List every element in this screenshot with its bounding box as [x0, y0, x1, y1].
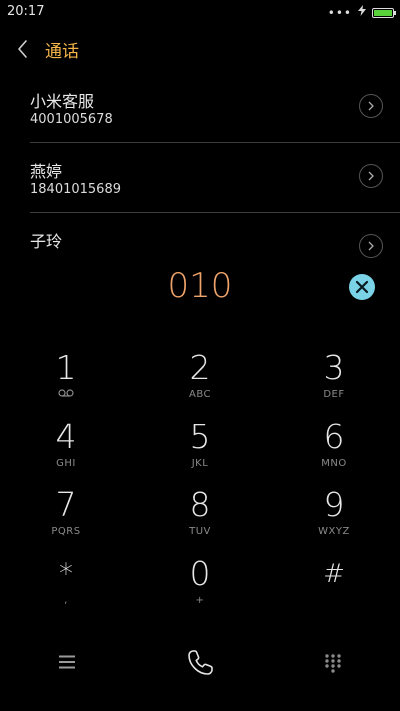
- key-5[interactable]: 5 JKL: [140, 419, 260, 485]
- call-button[interactable]: [170, 640, 230, 686]
- clear-digits-button[interactable]: [349, 274, 375, 300]
- chevron-right-icon: [368, 171, 374, 181]
- divider: [30, 212, 400, 213]
- phone-icon: [188, 650, 213, 675]
- key-digit: 9: [323, 485, 345, 524]
- key-digit: 2: [189, 348, 211, 387]
- key-8[interactable]: 8 TUV: [140, 487, 260, 553]
- battery-icon: [372, 7, 396, 18]
- key-0[interactable]: 0 +: [140, 556, 260, 622]
- chevron-left-icon: [18, 40, 27, 58]
- key-6[interactable]: 6 MNO: [274, 419, 394, 485]
- bottom-action-bar: [0, 640, 400, 686]
- contact-number: 18401015689: [30, 182, 121, 197]
- status-time: 20:17: [7, 4, 45, 19]
- key-letters: WXYZ: [318, 526, 350, 537]
- key-digit: 5: [189, 417, 211, 456]
- key-letters: TUV: [189, 526, 211, 537]
- dialpad-grid-icon: [325, 654, 341, 673]
- key-hash[interactable]: #: [274, 556, 394, 622]
- key-digit: 7: [55, 485, 77, 524]
- key-digit: 3: [323, 348, 345, 387]
- clear-icon: [355, 280, 369, 294]
- contact-name: 子玲: [30, 232, 63, 251]
- key-digit: 4: [55, 417, 77, 456]
- dialpad-toggle-button[interactable]: [303, 640, 363, 686]
- key-9[interactable]: 9 WXYZ: [274, 487, 394, 553]
- key-letters: ABC: [188, 389, 211, 400]
- charging-icon: [358, 5, 366, 20]
- back-button[interactable]: [12, 34, 36, 62]
- contact-row[interactable]: 燕婷 18401015689: [0, 144, 400, 212]
- voicemail-icon: [6, 389, 126, 401]
- page-title: 通话: [45, 42, 79, 62]
- status-bar: 20:17 •••: [0, 0, 400, 24]
- contact-detail-button[interactable]: [359, 94, 383, 118]
- key-digit: 0: [189, 554, 211, 593]
- menu-button[interactable]: [37, 640, 97, 686]
- contact-name: 小米客服: [30, 92, 95, 111]
- key-letters: JKL: [191, 458, 209, 469]
- menu-icon: [59, 655, 75, 669]
- contact-suggestions: 小米客服 4001005678 燕婷 18401015689 子玲: [0, 74, 400, 259]
- chevron-right-icon: [368, 241, 374, 251]
- key-letters: DEF: [323, 389, 345, 400]
- contact-detail-button[interactable]: [359, 234, 383, 258]
- key-star[interactable]: * ,: [6, 556, 126, 622]
- chevron-right-icon: [368, 101, 374, 111]
- key-7[interactable]: 7 PQRS: [6, 487, 126, 553]
- key-letters: MNO: [321, 458, 347, 469]
- key-3[interactable]: 3 DEF: [274, 350, 394, 416]
- key-digit: *: [59, 557, 73, 590]
- key-digit: 6: [323, 417, 345, 456]
- key-4[interactable]: 4 GHI: [6, 419, 126, 485]
- contact-row[interactable]: 小米客服 4001005678: [0, 74, 400, 142]
- key-letters: +: [195, 595, 205, 606]
- key-digit: #: [323, 559, 345, 589]
- typed-number-display: 010: [167, 266, 233, 306]
- signal-dots-icon: •••: [327, 5, 352, 20]
- contact-number: 4001005678: [30, 112, 113, 127]
- contact-name: 燕婷: [30, 162, 63, 181]
- contact-detail-button[interactable]: [359, 164, 383, 188]
- key-letters: PQRS: [51, 526, 81, 537]
- status-icons: •••: [327, 5, 396, 20]
- key-letters: ,: [64, 595, 68, 606]
- divider: [30, 142, 400, 143]
- key-digit: 1: [55, 348, 77, 387]
- contact-row[interactable]: 子玲: [0, 214, 400, 259]
- key-1[interactable]: 1: [6, 350, 126, 416]
- key-2[interactable]: 2 ABC: [140, 350, 260, 416]
- key-letters: GHI: [56, 458, 76, 469]
- header: 通话: [0, 30, 400, 66]
- key-digit: 8: [189, 485, 211, 524]
